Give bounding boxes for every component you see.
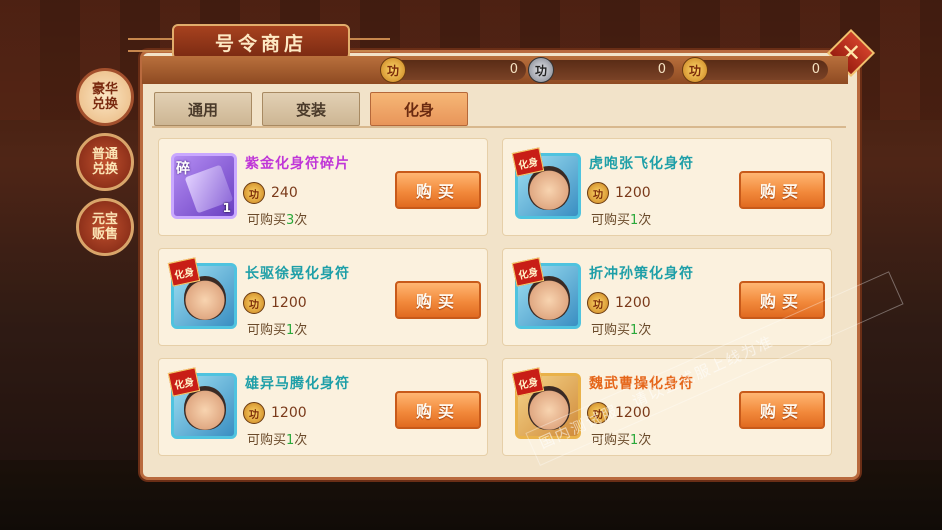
currency-value: 0 — [509, 62, 518, 77]
purchase-limit: 可购买1次 — [247, 429, 307, 448]
merit-coin-icon: 功 — [587, 292, 609, 314]
buy-button[interactable]: 购买 — [395, 171, 481, 209]
item-icon[interactable]: 化身 — [511, 147, 581, 219]
price-value: 1200 — [615, 185, 651, 201]
item-count: 1 — [222, 201, 231, 215]
buy-button[interactable]: 购买 — [739, 171, 825, 209]
item-name: 折冲孙策化身符 — [589, 266, 694, 282]
shop-item-card: 化身 长驱徐晃化身符 功 1200 可购买1次 购买 — [158, 248, 488, 346]
limit-suffix: 次 — [638, 323, 652, 338]
item-icon[interactable]: 化身 — [511, 257, 581, 329]
merit-coin-icon: 功 — [380, 57, 406, 83]
tab-costume[interactable]: 变装 — [262, 92, 360, 126]
currency-value: 0 — [657, 62, 666, 77]
side-tab-label: 元宝贩售 — [91, 212, 118, 242]
side-tab-label: 豪华兑换 — [91, 82, 118, 112]
merit-coin-icon: 功 — [587, 182, 609, 204]
limit-prefix: 可购买 — [591, 213, 631, 228]
price-value: 240 — [271, 185, 298, 201]
shop-item-card: 碎 1 紫金化身符碎片 功 240 可购买3次 购买 — [158, 138, 488, 236]
tab-divider — [152, 126, 846, 128]
currency-1: 功 0 — [380, 57, 526, 83]
limit-suffix: 次 — [638, 433, 652, 448]
window-title: 号令商店 — [172, 24, 350, 60]
merit-coin-icon: 功 — [243, 182, 265, 204]
fragment-tag: 碎 — [176, 161, 190, 177]
limit-prefix: 可购买 — [247, 433, 287, 448]
merit-coin-icon: 功 — [243, 402, 265, 424]
price-value: 1200 — [271, 295, 307, 311]
side-tab-normal-exchange[interactable]: 普通兑换 — [76, 133, 134, 191]
side-tab-label: 普通兑换 — [91, 147, 118, 177]
item-name: 雄异马腾化身符 — [245, 376, 350, 392]
shop-item-card: 化身 雄异马腾化身符 功 1200 可购买1次 购买 — [158, 358, 488, 456]
purchase-limit: 可购买3次 — [247, 209, 307, 228]
merit-coin-icon: 功 — [682, 57, 708, 83]
limit-prefix: 可购买 — [247, 213, 287, 228]
limit-suffix: 次 — [294, 213, 308, 228]
side-tab-yuanbao-sale[interactable]: 元宝贩售 — [76, 198, 134, 256]
currency-3: 功 0 — [682, 57, 828, 83]
currency-2: 功 0 — [528, 57, 674, 83]
limit-suffix: 次 — [294, 433, 308, 448]
item-name: 虎咆张飞化身符 — [589, 156, 694, 172]
purchase-limit: 可购买1次 — [591, 319, 651, 338]
item-icon[interactable]: 碎 1 — [171, 153, 237, 219]
item-price: 功 1200 — [243, 292, 307, 314]
purchase-limit: 可购买1次 — [247, 319, 307, 338]
item-price: 功 1200 — [243, 402, 307, 424]
item-price: 功 1200 — [587, 292, 651, 314]
merit-coin-icon: 功 — [243, 292, 265, 314]
purchase-limit: 可购买1次 — [591, 209, 651, 228]
buy-button[interactable]: 购买 — [739, 391, 825, 429]
price-value: 1200 — [615, 295, 651, 311]
item-price: 功 1200 — [587, 182, 651, 204]
price-value: 1200 — [271, 405, 307, 421]
tab-avatar[interactable]: 化身 — [370, 92, 468, 126]
side-tab-luxury-exchange[interactable]: 豪华兑换 — [76, 68, 134, 126]
limit-suffix: 次 — [294, 323, 308, 338]
item-icon[interactable]: 化身 — [167, 257, 237, 329]
limit-prefix: 可购买 — [591, 323, 631, 338]
item-name: 长驱徐晃化身符 — [245, 266, 350, 282]
item-price: 功 240 — [243, 182, 298, 204]
merit-silver-coin-icon: 功 — [528, 57, 554, 83]
item-name: 紫金化身符碎片 — [245, 156, 350, 172]
item-icon[interactable]: 化身 — [167, 367, 237, 439]
buy-button[interactable]: 购买 — [395, 391, 481, 429]
tab-general[interactable]: 通用 — [154, 92, 252, 126]
limit-prefix: 可购买 — [247, 323, 287, 338]
buy-button[interactable]: 购买 — [395, 281, 481, 319]
limit-suffix: 次 — [638, 213, 652, 228]
shop-item-card: 化身 虎咆张飞化身符 功 1200 可购买1次 购买 — [502, 138, 832, 236]
currency-value: 0 — [811, 62, 820, 77]
